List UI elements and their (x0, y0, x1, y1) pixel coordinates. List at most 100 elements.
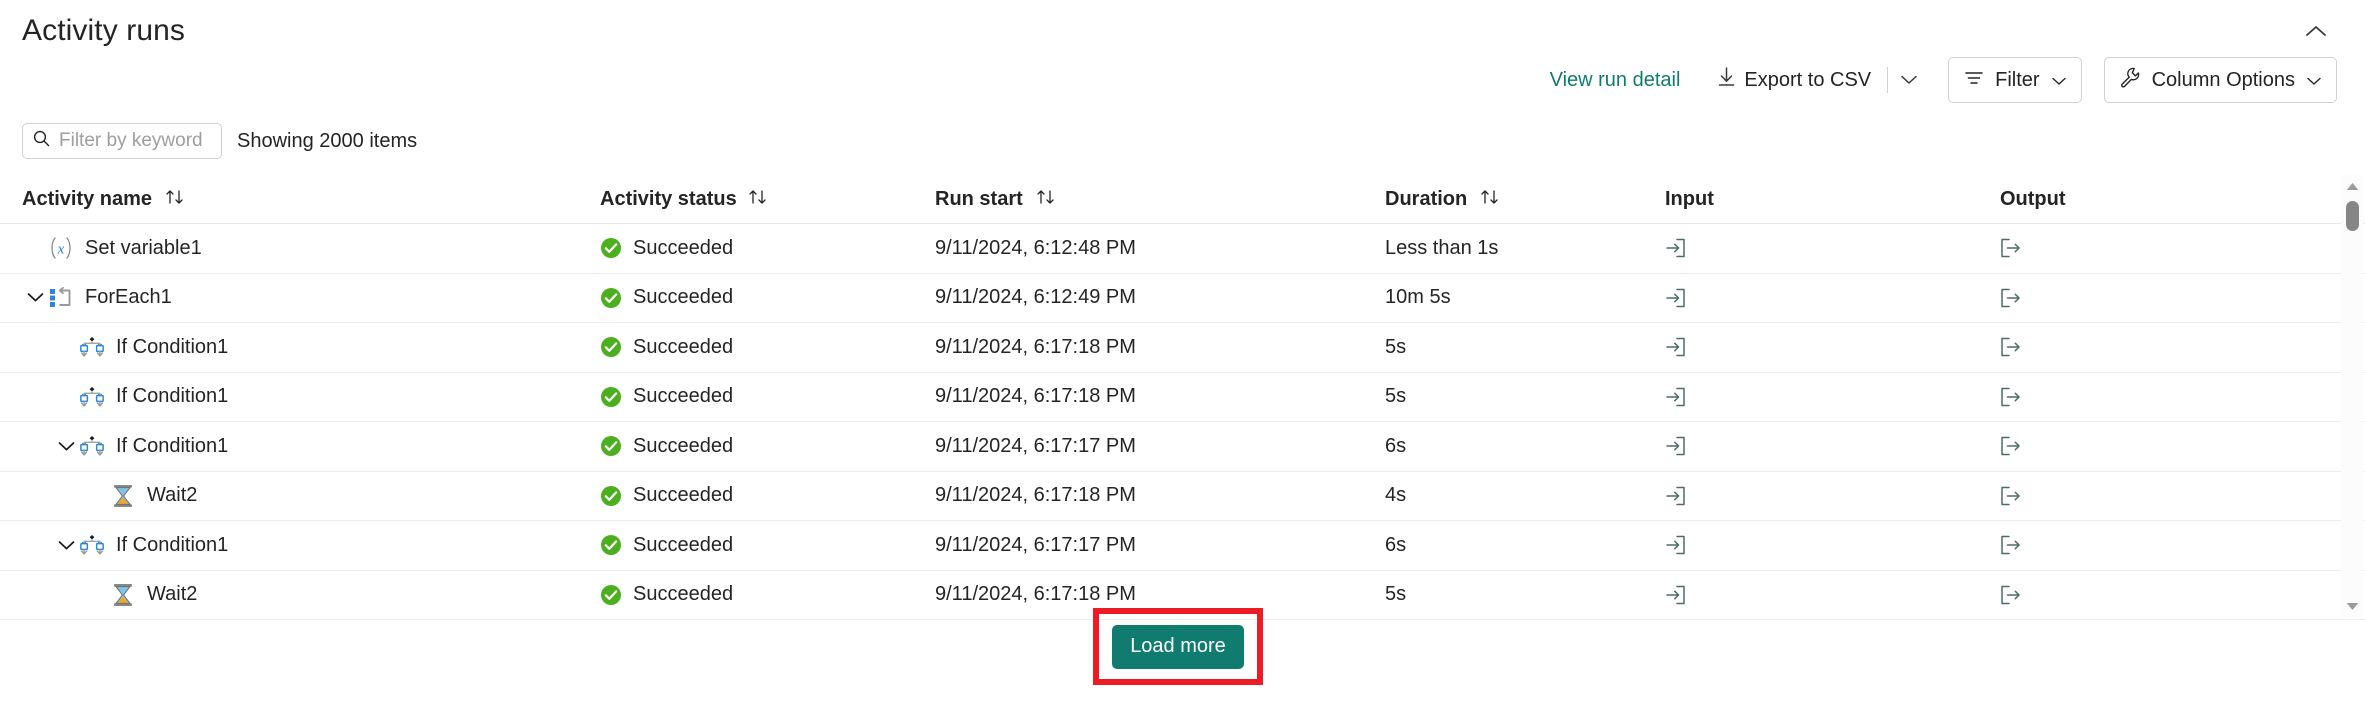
column-options-button[interactable]: Column Options (2103, 57, 2337, 103)
export-to-csv-button[interactable]: Export to CSV (1704, 61, 1879, 99)
vertical-scrollbar[interactable] (2341, 175, 2363, 617)
export-menu-chevron-down-icon[interactable] (1892, 63, 1926, 97)
input-arrow-icon[interactable] (1665, 436, 1686, 456)
table-row[interactable]: x Set variable1 Succeeded 9/11/2024, 6:12:4… (0, 224, 2365, 274)
input-arrow-icon[interactable] (1665, 238, 1686, 258)
column-header-label: Duration (1385, 188, 1468, 210)
scroll-down-icon[interactable] (2341, 595, 2363, 617)
cell-input (1665, 422, 1686, 471)
cell-input (1665, 472, 1686, 521)
input-arrow-icon[interactable] (1665, 387, 1686, 407)
chevron-up-icon[interactable] (2299, 14, 2333, 48)
search-input[interactable] (59, 130, 211, 152)
output-arrow-icon[interactable] (2000, 387, 2021, 407)
download-icon (1718, 67, 1735, 93)
load-more-button[interactable]: Load more (1112, 624, 1244, 669)
column-header-activity-name[interactable]: Activity name (22, 188, 185, 211)
column-header-label: Input (1665, 188, 1714, 210)
cell-activity-name: If Condition1 (53, 521, 228, 570)
column-options-chevron-down-icon (2307, 69, 2321, 92)
cell-run-start: 9/11/2024, 6:12:48 PM (935, 236, 1136, 259)
sort-icon[interactable] (1036, 188, 1056, 211)
cell-duration: 5s (1385, 583, 1407, 606)
showing-items-label: Showing 2000 items (237, 129, 418, 152)
cell-output (2000, 571, 2021, 620)
activity-name-label: If Condition1 (116, 533, 229, 556)
table-row[interactable]: Wait2 Succeeded 9/11/2024, 6:17:18 PM 4s (0, 472, 2365, 521)
cell-activity-name: x Set variable1 (22, 224, 202, 273)
scrollbar-thumb[interactable] (2346, 201, 2359, 231)
cell-duration: 4s (1385, 484, 1407, 507)
cell-output (2000, 274, 2021, 323)
cell-activity-status: Succeeded (600, 521, 733, 570)
output-arrow-icon[interactable] (2000, 436, 2021, 456)
status-badge: Succeeded (633, 385, 734, 408)
input-arrow-icon[interactable] (1665, 585, 1686, 605)
scroll-up-icon[interactable] (2341, 175, 2363, 197)
cell-output (2000, 472, 2021, 521)
sort-icon[interactable] (165, 188, 185, 211)
column-header-duration[interactable]: Duration (1385, 188, 1500, 211)
cell-duration: 10m 5s (1385, 286, 1451, 309)
cell-run-start: 9/11/2024, 6:17:18 PM (935, 335, 1136, 358)
cell-activity-name: Wait2 (84, 472, 197, 521)
sort-icon[interactable] (1480, 188, 1500, 211)
table-row[interactable]: ForEach1 Succeeded 9/11/2024, 6:12:49 PM 10… (0, 274, 2365, 323)
column-options-label: Column Options (2151, 68, 2295, 91)
table-row[interactable]: If Condition1 Succeeded 9/11/2024, 6:17:17… (0, 422, 2365, 472)
expand-chevron-down-icon[interactable] (53, 433, 79, 459)
activity-runs-table: Activity name Activity status Run start (0, 175, 2365, 620)
success-check-icon (600, 485, 622, 507)
view-run-detail-link[interactable]: View run detail (1540, 65, 1691, 96)
filter-label: Filter (1995, 68, 2040, 91)
column-header-activity-status[interactable]: Activity status (600, 188, 768, 211)
output-arrow-icon[interactable] (2000, 337, 2021, 357)
hourglass-icon (110, 582, 136, 608)
filter-button[interactable]: Filter (1948, 57, 2082, 103)
success-check-icon (600, 584, 622, 606)
cell-activity-status: Succeeded (600, 224, 733, 273)
input-arrow-icon[interactable] (1665, 486, 1686, 506)
cell-output (2000, 323, 2021, 372)
activity-name-label: Wait2 (147, 583, 198, 606)
toolbar-divider (1887, 67, 1889, 93)
activity-name-label: If Condition1 (116, 335, 229, 358)
table-row[interactable]: If Condition1 Succeeded 9/11/2024, 6:17:18… (0, 373, 2365, 422)
success-check-icon (600, 534, 622, 556)
cell-input (1665, 373, 1686, 422)
cell-activity-name: Wait2 (84, 571, 197, 620)
cell-input (1665, 571, 1686, 620)
output-arrow-icon[interactable] (2000, 238, 2021, 258)
output-arrow-icon[interactable] (2000, 585, 2021, 605)
column-header-run-start[interactable]: Run start (935, 188, 1056, 211)
cell-duration: 5s (1385, 335, 1407, 358)
expand-chevron-down-icon[interactable] (22, 285, 48, 311)
table-row[interactable]: If Condition1 Succeeded 9/11/2024, 6:17:17… (0, 521, 2365, 571)
cell-output (2000, 373, 2021, 422)
output-arrow-icon[interactable] (2000, 486, 2021, 506)
status-badge: Succeeded (633, 335, 734, 358)
if-condition-icon (79, 334, 105, 360)
output-arrow-icon[interactable] (2000, 288, 2021, 308)
column-header-label: Activity status (600, 188, 737, 210)
cell-activity-status: Succeeded (600, 422, 733, 471)
cell-activity-name: If Condition1 (53, 422, 228, 471)
success-check-icon (600, 237, 622, 259)
cell-activity-status: Succeeded (600, 274, 733, 323)
cell-input (1665, 224, 1686, 273)
sort-icon[interactable] (748, 188, 768, 211)
expand-chevron-down-icon[interactable] (53, 532, 79, 558)
foreach-icon (48, 285, 74, 311)
status-badge: Succeeded (633, 286, 734, 309)
cell-run-start: 9/11/2024, 6:17:18 PM (935, 484, 1136, 507)
input-arrow-icon[interactable] (1665, 288, 1686, 308)
input-arrow-icon[interactable] (1665, 535, 1686, 555)
input-arrow-icon[interactable] (1665, 337, 1686, 357)
output-arrow-icon[interactable] (2000, 535, 2021, 555)
column-header-label: Activity name (22, 188, 153, 210)
search-box[interactable] (22, 123, 222, 159)
table-row[interactable]: If Condition1 Succeeded 9/11/2024, 6:17:18… (0, 323, 2365, 373)
table-body: x Set variable1 Succeeded 9/11/2024, 6:12:4… (0, 224, 2365, 620)
column-header-label: Output (2000, 188, 2066, 210)
cell-activity-status: Succeeded (600, 323, 733, 372)
